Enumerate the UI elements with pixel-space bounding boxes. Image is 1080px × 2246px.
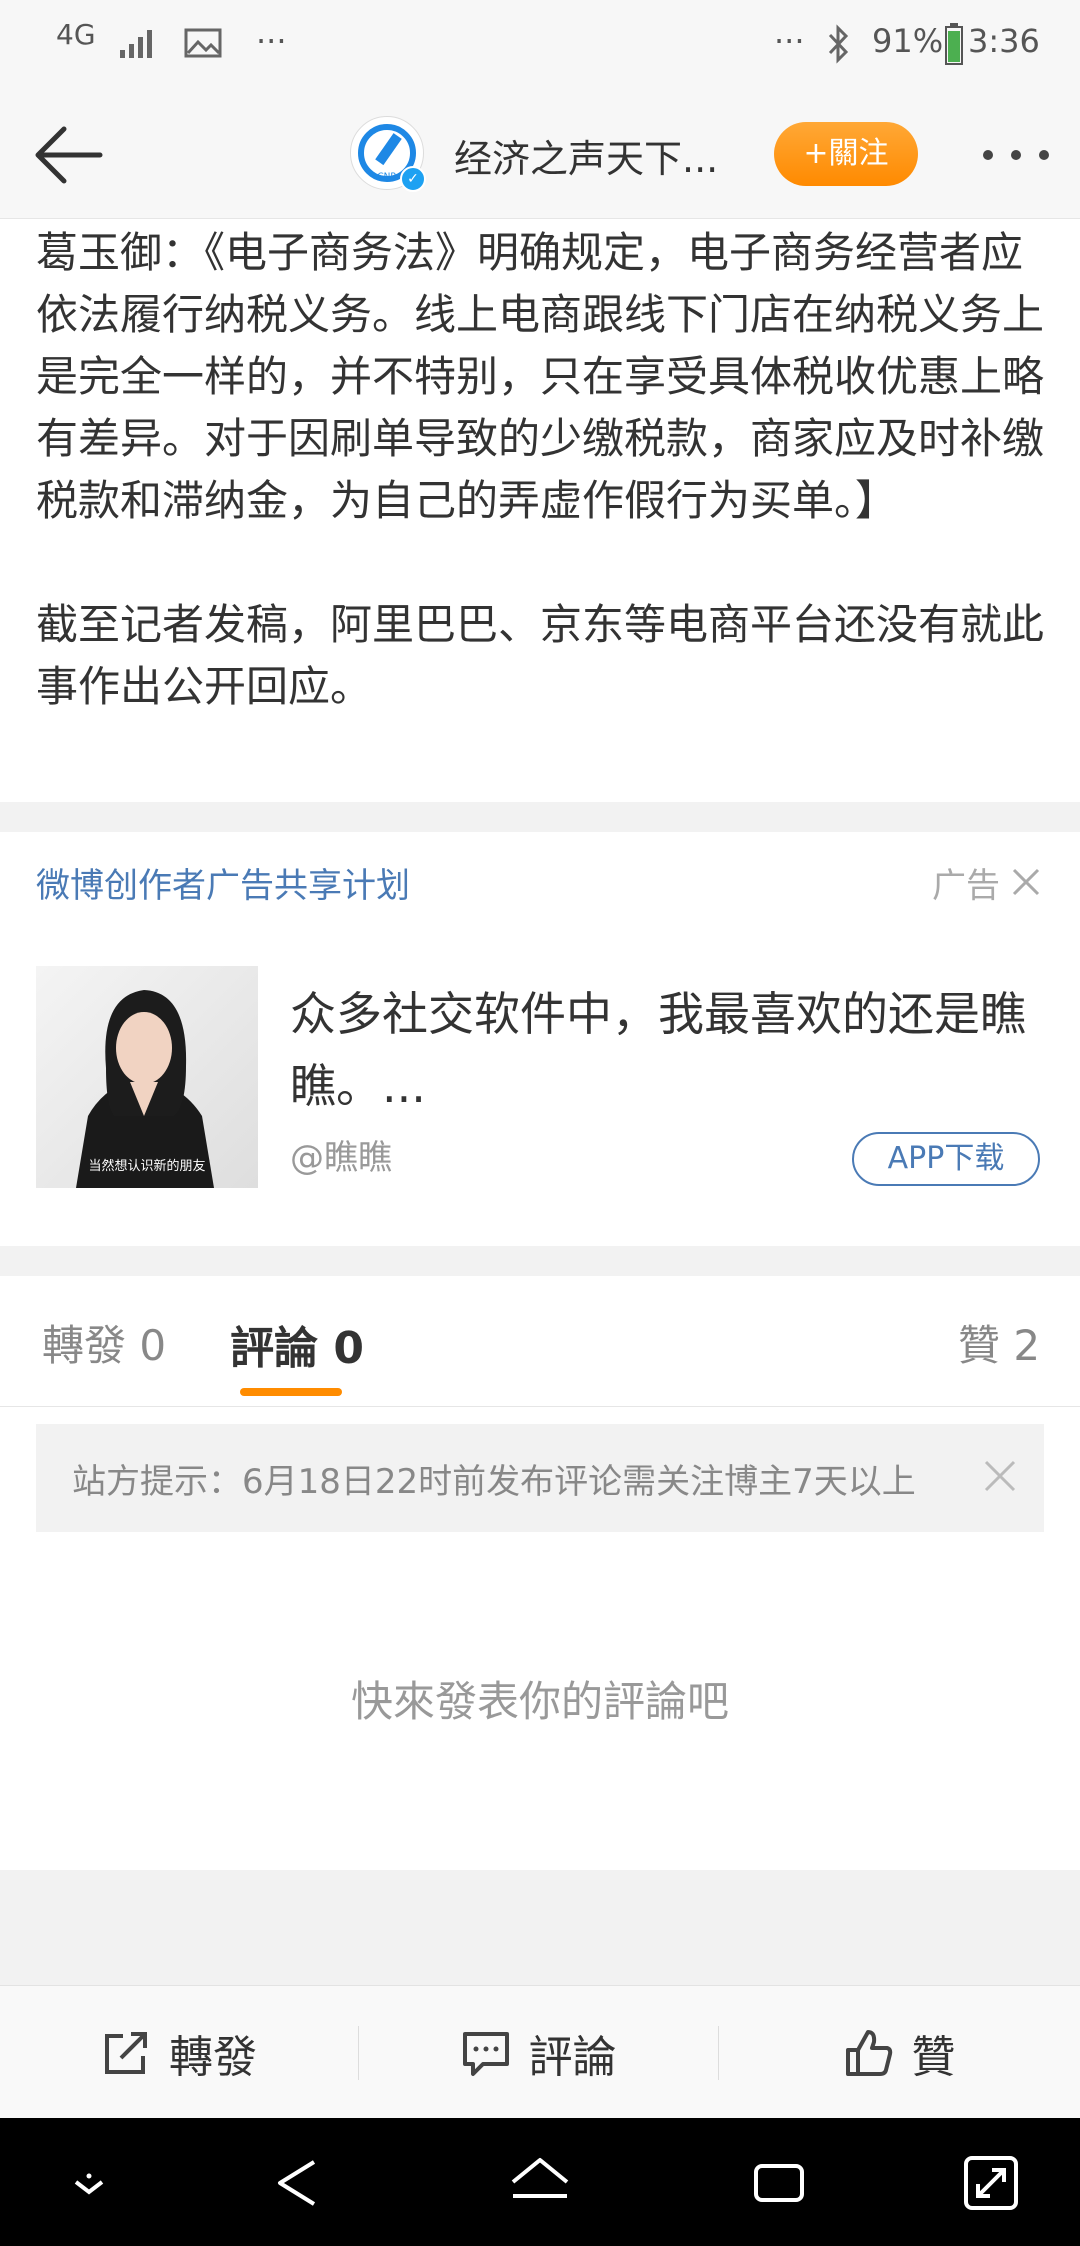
repost-icon (105, 2031, 147, 2074)
back-arrow-icon[interactable] (28, 120, 108, 190)
post-paragraph: 截至记者发稿，阿里巴巴、京东等电商平台还没有就此事作出公开回应。 (36, 600, 1045, 711)
status-overflow-right: ··· (774, 22, 805, 60)
tab-indicator (240, 1388, 342, 1396)
close-icon[interactable] (1010, 866, 1042, 898)
account-name[interactable]: 经济之声天下... (454, 128, 718, 183)
battery-percent: 91% (872, 22, 944, 60)
thumbs-up-icon (845, 2029, 892, 2076)
like-button[interactable]: 贊 (719, 1986, 1080, 2119)
comment-label: 評論 (528, 2031, 617, 2083)
ad-label: 广告 (932, 866, 1000, 906)
ad-thumb-caption: 当然想认识新的朋友 (88, 1159, 206, 1174)
close-icon[interactable] (982, 1458, 1018, 1494)
signal-icon (120, 30, 152, 58)
repost-label: 轉發 (169, 2031, 257, 2083)
site-notice: 站方提示：6月18日22时前发布评论需关注博主7天以上 (36, 1424, 1044, 1532)
comment-icon (462, 2031, 509, 2076)
status-overflow-left: ··· (256, 22, 287, 60)
rotate-icon[interactable] (960, 2152, 1022, 2214)
tab-like[interactable]: 贊 2 (958, 1312, 1040, 1373)
home-icon[interactable] (509, 2152, 571, 2214)
header: CNR ✓ 经济之声天下... +關注 (0, 90, 1080, 219)
ad-source[interactable]: 微博创作者广告共享计划 (36, 858, 410, 907)
ad-thumbnail[interactable]: 当然想认识新的朋友 (36, 966, 258, 1188)
section-divider (0, 1246, 1080, 1276)
hide-keyboard-icon[interactable] (58, 2152, 120, 2214)
ad-text[interactable]: 众多社交软件中，我最喜欢的还是瞧瞧。... (290, 978, 1030, 1122)
system-nav-bar (0, 2118, 1080, 2246)
verified-badge-icon: ✓ (400, 166, 426, 192)
battery-icon (945, 23, 963, 65)
back-icon[interactable] (270, 2152, 332, 2214)
image-icon (184, 28, 222, 58)
post-paragraph: 葛玉御：《电子商务法》明确规定，电子商务经营者应依法履行纳税义务。线上电商跟线下… (36, 228, 1045, 525)
ad-handle[interactable]: @瞧瞧 (290, 1130, 392, 1179)
tab-comment[interactable]: 評論 0 (230, 1312, 364, 1376)
bluetooth-icon (828, 24, 849, 64)
svg-text:CNR: CNR (377, 172, 396, 182)
repost-button[interactable]: 轉發 (0, 1986, 358, 2119)
action-bar: 轉發 評論 贊 (0, 1985, 1080, 2119)
tab-repost[interactable]: 轉發 0 (42, 1312, 166, 1373)
like-label: 贊 (911, 2031, 956, 2083)
comment-button[interactable]: 評論 (359, 1986, 718, 2119)
empty-comments-hint: 快來發表你的評論吧 (350, 1677, 729, 1726)
follow-button[interactable]: +關注 (774, 122, 918, 186)
status-bar: 4G ··· ··· 91% 3:36 (0, 0, 1080, 90)
section-divider (0, 802, 1080, 832)
clock: 3:36 (968, 22, 1040, 60)
more-icon[interactable] (976, 130, 1056, 180)
recents-icon[interactable] (748, 2152, 810, 2214)
divider (0, 1406, 1080, 1407)
notice-text: 站方提示：6月18日22时前发布评论需关注博主7天以上 (72, 1462, 916, 1502)
app-download-button[interactable]: APP下载 (852, 1132, 1040, 1186)
post-body: 葛玉御：《电子商务法》明确规定，电子商务经营者应依法履行纳税义务。线上电商跟线下… (36, 222, 1046, 718)
network-indicator: 4G (56, 18, 96, 51)
page-background (0, 1870, 1080, 1985)
